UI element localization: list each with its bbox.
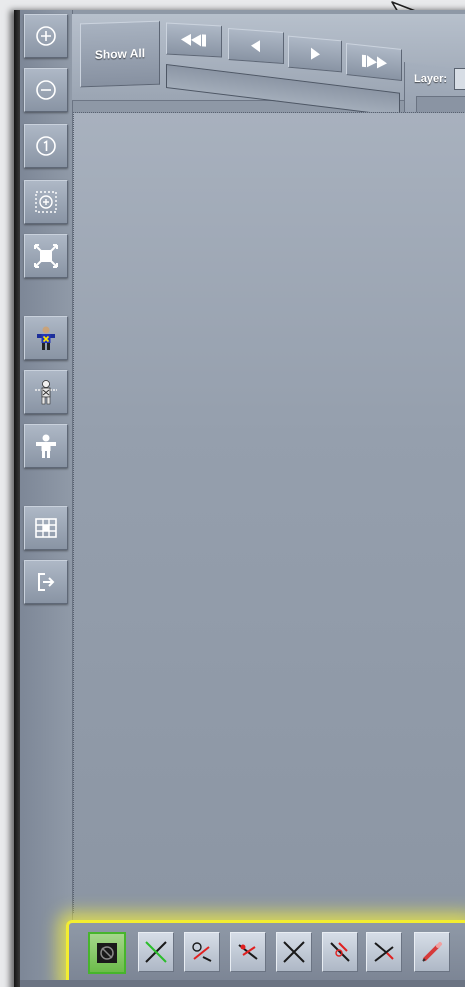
bone-tool-button[interactable] xyxy=(138,932,174,972)
bone-move-icon xyxy=(238,944,258,960)
zoom-one-icon xyxy=(36,136,56,156)
skeleton-view-button[interactable] xyxy=(88,932,126,974)
last-frame-icon xyxy=(362,54,387,69)
character-bones-button[interactable] xyxy=(24,370,68,414)
show-all-button[interactable]: Show All xyxy=(80,20,160,88)
last-frame-button[interactable] xyxy=(346,43,402,81)
zoom-out-icon xyxy=(36,80,56,100)
bone-rotate-icon xyxy=(192,942,212,962)
spreadsheet-button[interactable] xyxy=(24,506,68,550)
grid-sheet-icon xyxy=(35,518,57,538)
drawing-canvas[interactable] xyxy=(73,112,465,913)
zoom-reset-button[interactable] xyxy=(24,124,68,168)
first-frame-icon xyxy=(181,33,206,47)
bone-scale-button[interactable] xyxy=(322,932,358,972)
next-frame-button[interactable] xyxy=(288,35,342,73)
next-frame-icon xyxy=(311,47,320,60)
character-blue-icon xyxy=(37,326,55,350)
layer-label: Layer: xyxy=(414,73,448,85)
bone-x-icon xyxy=(283,941,305,963)
bone-cross-button[interactable] xyxy=(276,932,312,972)
prev-frame-icon xyxy=(251,40,260,53)
zoom-out-button[interactable] xyxy=(24,68,68,112)
pencil-icon xyxy=(422,942,442,962)
character-white-icon xyxy=(36,434,56,458)
prev-frame-button[interactable] xyxy=(228,28,284,64)
bone-angle-icon xyxy=(374,942,394,962)
zoom-selection-icon xyxy=(35,191,57,213)
first-frame-button[interactable] xyxy=(166,22,222,58)
export-icon xyxy=(38,573,55,591)
zoom-in-button[interactable] xyxy=(24,14,68,58)
zoom-selection-button[interactable] xyxy=(24,180,68,224)
layer-input[interactable] xyxy=(454,68,465,90)
fit-screen-icon xyxy=(34,244,58,268)
bone-move-button[interactable] xyxy=(230,932,266,972)
bone-rotate-button[interactable] xyxy=(184,932,220,972)
export-button[interactable] xyxy=(24,560,68,604)
bone-scale-icon xyxy=(330,942,350,962)
app-window: Show All Layer: xyxy=(0,0,465,987)
bone-edit-button[interactable] xyxy=(414,932,450,972)
zoom-in-icon xyxy=(36,26,56,46)
character-bones-icon xyxy=(35,380,57,405)
character-white-button[interactable] xyxy=(24,424,68,468)
fit-to-screen-button[interactable] xyxy=(24,234,68,278)
bone-cross-icon xyxy=(145,941,167,963)
bottom-edge xyxy=(20,980,465,987)
bone-angle-button[interactable] xyxy=(366,932,402,972)
character-blue-button[interactable] xyxy=(24,316,68,360)
skeleton-dark-icon xyxy=(97,943,117,963)
